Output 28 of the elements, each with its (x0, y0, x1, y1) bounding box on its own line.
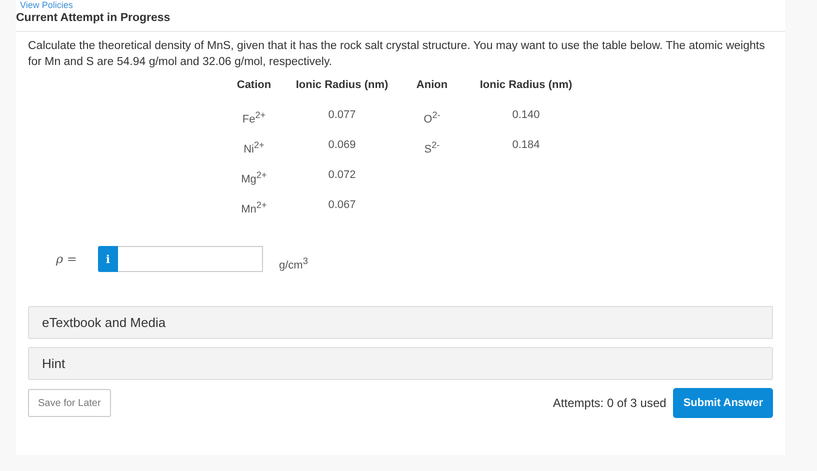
table-cell-text: 0.140 (511, 108, 541, 123)
table-cell-text: 0.077 (327, 108, 357, 123)
table-cell-text: Mn$^{2+}$ (240, 199, 268, 218)
answer-field[interactable] (118, 246, 263, 272)
expandable-section[interactable]: Hint (28, 347, 773, 380)
submit-button[interactable]: Submit Answer (673, 388, 773, 418)
column-header: Ionic Radius (nm) (294, 78, 390, 93)
table-cell-text: 0.072 (327, 168, 357, 183)
question-text: Calculate the theoretical density of MnS, given that it has the rock salt crystal structure. You may want to use the table below. The atomic weights for Mn and S are 54.94 g/mol and 32.06 g/mol, respectively. (28, 39, 766, 70)
column-header: Anion (415, 78, 449, 93)
policies-link[interactable]: View Policies (16, 0, 785, 10)
table-cell-text: Mg$^{2+}$ (240, 169, 268, 188)
info-button[interactable]: i (98, 246, 118, 272)
table-cell-text: S$^{2-}$ (423, 139, 441, 158)
table-cell-text: 0.067 (327, 198, 357, 213)
density-label: ρ = (56, 252, 78, 266)
expandable-section[interactable]: eTextbook and Media (28, 306, 773, 339)
attempts-text: Attempts: 0 of 3 used (552, 396, 666, 410)
table-cell-text: 0.184 (511, 138, 541, 153)
table-cell-text: O$^{2-}$ (422, 109, 442, 128)
section-heading: Current Attempt in Progress (16, 10, 785, 32)
column-header: Ionic Radius (nm) (478, 78, 574, 93)
save-button[interactable]: Save for Later (28, 389, 111, 417)
column-header: Cation (236, 78, 272, 93)
unit-label: g/cm$^{3}$ (279, 256, 308, 272)
table-cell-text: Ni$^{2+}$ (242, 139, 266, 158)
table-cell-text: Fe$^{2+}$ (241, 109, 267, 128)
table-cell-text: 0.069 (327, 138, 357, 153)
